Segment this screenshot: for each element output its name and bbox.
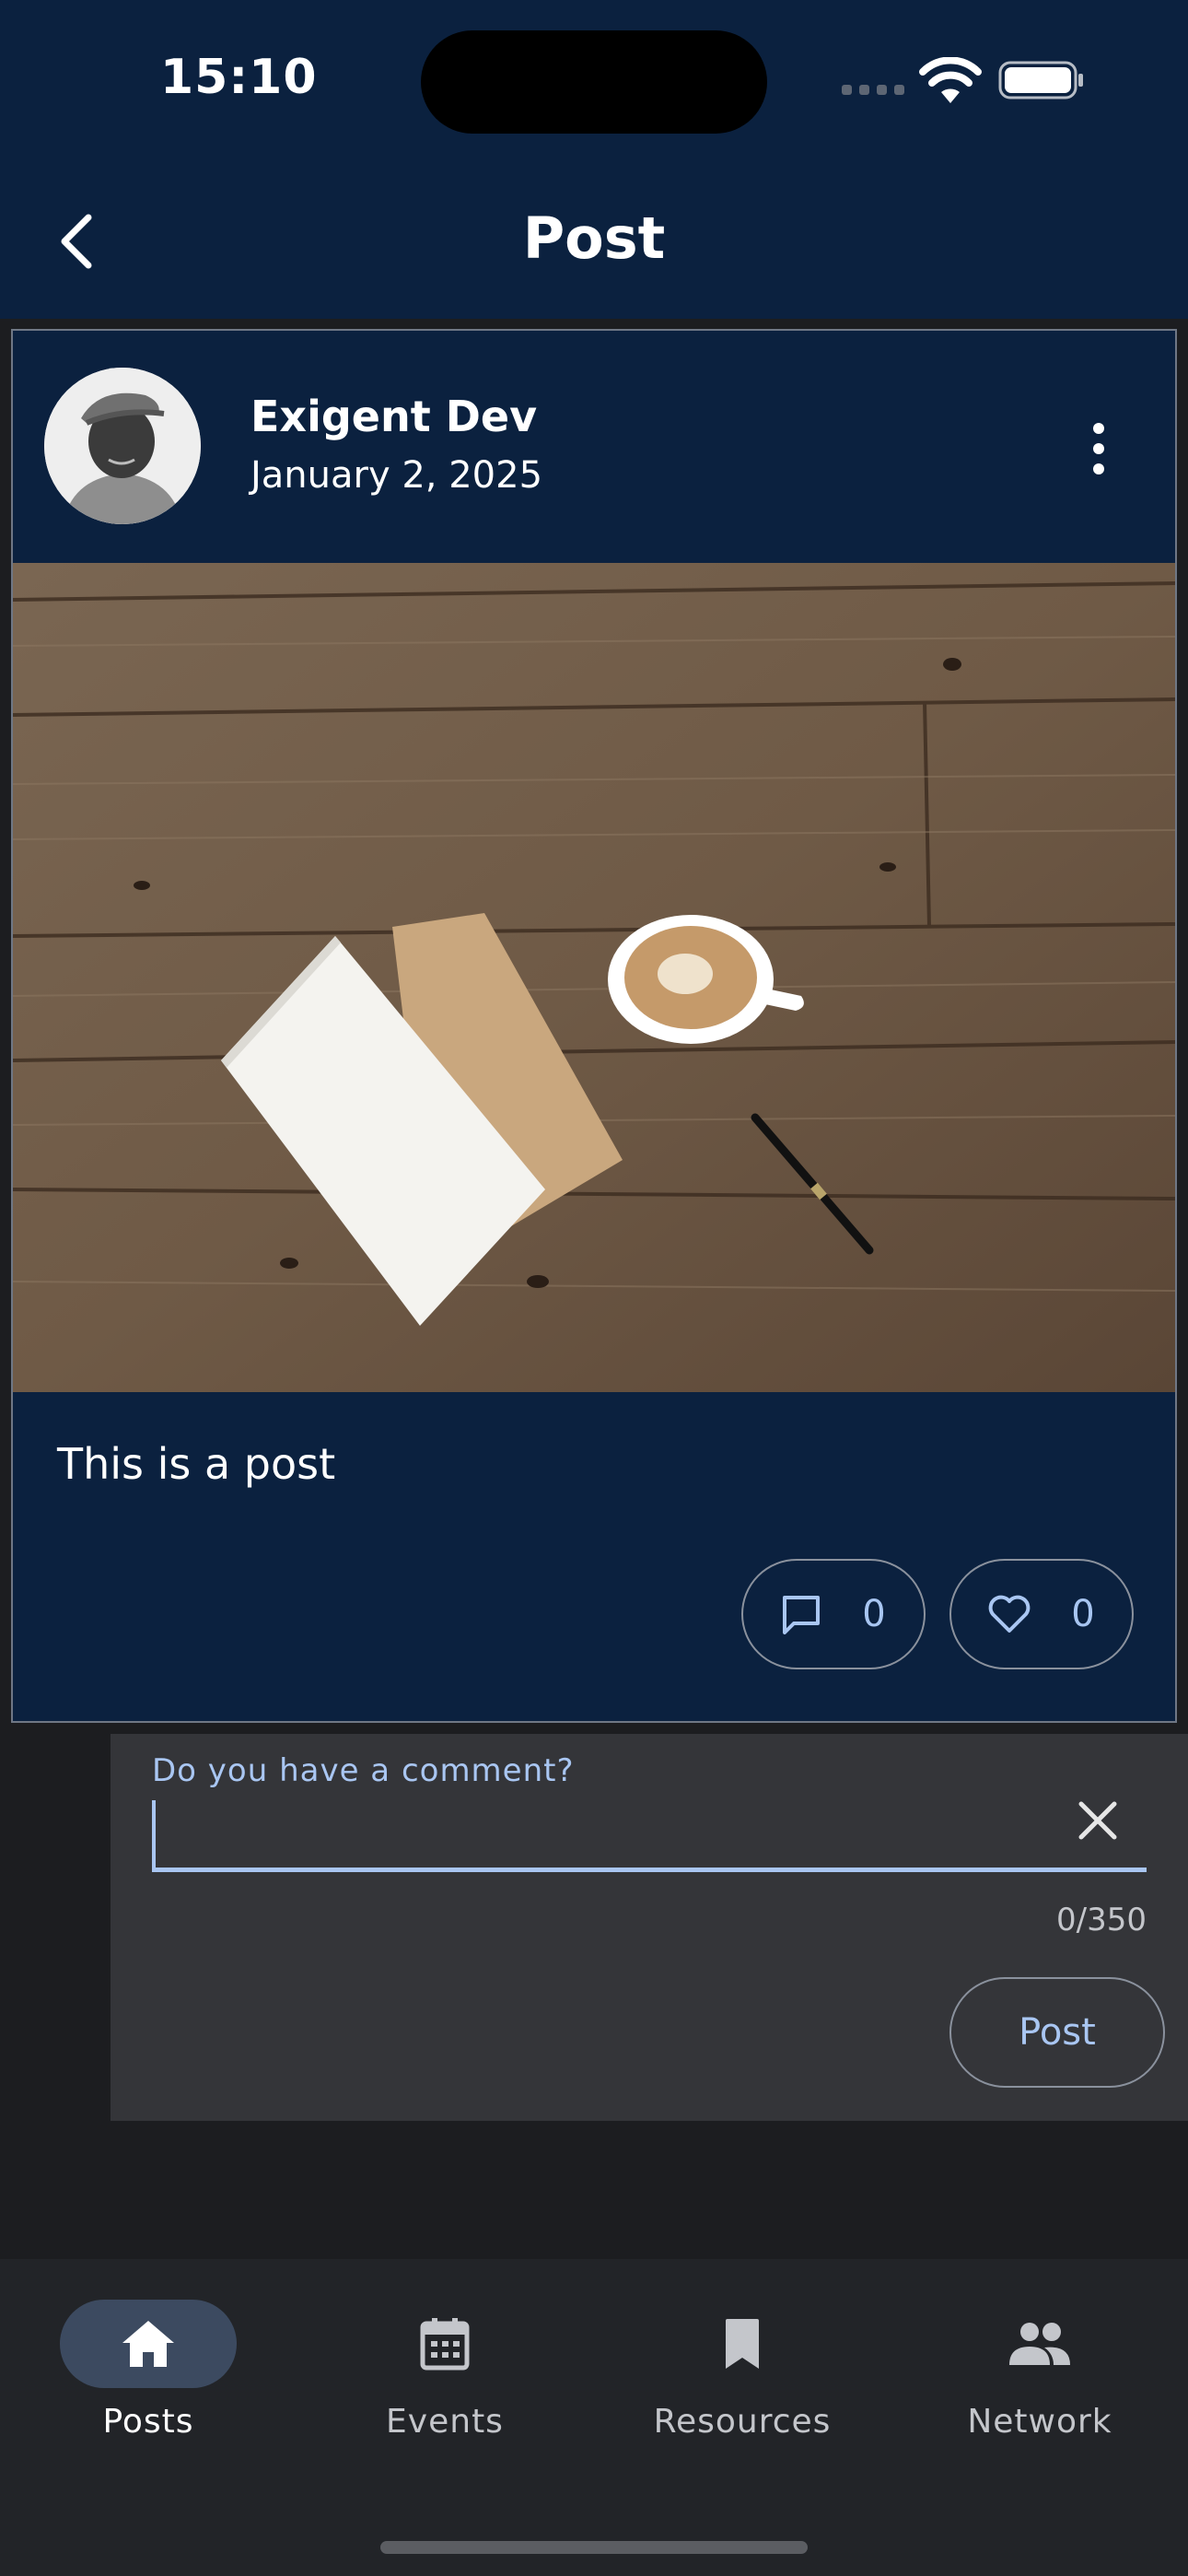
author-name[interactable]: Exigent Dev	[250, 392, 537, 441]
post-card: Exigent Dev January 2, 2025 This is a po…	[11, 329, 1177, 1723]
status-time: 15:10	[160, 50, 318, 105]
battery-icon	[998, 61, 1083, 100]
avatar[interactable]	[44, 368, 201, 524]
nav-label-resources: Resources	[653, 2403, 832, 2441]
more-options-icon[interactable]	[1081, 421, 1118, 476]
post-comment-button[interactable]: Post	[949, 1977, 1165, 2088]
post-image[interactable]	[13, 563, 1175, 1392]
home-icon	[122, 2321, 174, 2367]
comment-icon	[783, 1596, 821, 1634]
nav-item-events[interactable]: Events	[297, 2259, 593, 2443]
comment-count: 0	[862, 1593, 886, 1635]
bottom-navigation: Posts Events Resources Network	[0, 2259, 1188, 2576]
nav-label-events: Events	[386, 2403, 504, 2441]
page-title: Post	[522, 205, 666, 272]
calendar-icon	[420, 2318, 470, 2371]
nav-label-network: Network	[967, 2403, 1112, 2441]
nav-item-posts[interactable]: Posts	[0, 2259, 297, 2443]
clear-icon[interactable]	[1076, 1798, 1120, 1843]
people-icon	[1009, 2323, 1070, 2365]
nav-label-posts: Posts	[102, 2403, 194, 2441]
cellular-signal-icon	[842, 85, 904, 96]
like-count: 0	[1071, 1593, 1095, 1635]
comment-form: Do you have a comment? 0/350 Post	[111, 1734, 1188, 2121]
post-date: January 2, 2025	[250, 454, 543, 497]
text-cursor	[152, 1800, 156, 1870]
comment-input[interactable]	[152, 1798, 1147, 1872]
like-button[interactable]: 0	[949, 1559, 1134, 1669]
heart-icon	[988, 1595, 1031, 1633]
home-indicator[interactable]	[380, 2541, 808, 2554]
nav-item-network[interactable]: Network	[891, 2259, 1188, 2443]
bookmark-icon	[726, 2319, 759, 2369]
dynamic-island	[421, 30, 767, 134]
comments-button[interactable]: 0	[741, 1559, 926, 1669]
wifi-icon	[919, 57, 982, 103]
character-counter: 0/350	[1056, 1902, 1147, 1938]
post-text: This is a post	[57, 1439, 336, 1489]
comment-field-label: Do you have a comment?	[152, 1752, 575, 1789]
nav-item-resources[interactable]: Resources	[594, 2259, 891, 2443]
